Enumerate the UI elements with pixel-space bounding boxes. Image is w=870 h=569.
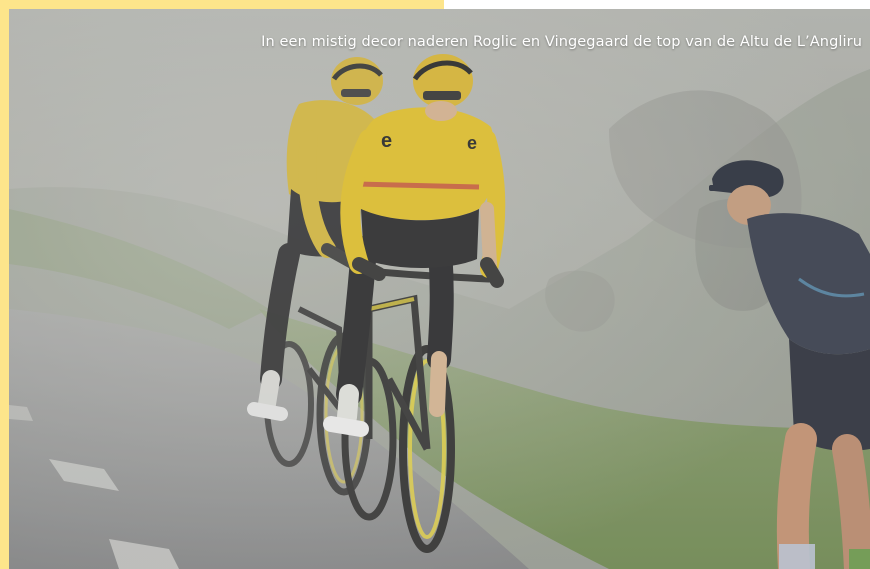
fog-wash	[9, 9, 870, 569]
photo-caption: In een mistig decor naderen Roglic en Vi…	[261, 34, 862, 50]
accent-bar-left	[0, 0, 9, 569]
accent-bar-top	[0, 0, 444, 9]
photo-scene: e e	[9, 9, 870, 569]
photo-frame: e e In een mistig decor naderen Roglic e…	[0, 0, 870, 569]
race-photo: e e In een mistig decor naderen Roglic e…	[9, 9, 870, 569]
